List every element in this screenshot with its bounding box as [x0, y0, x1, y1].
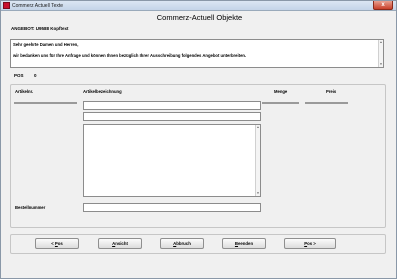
header-text-area[interactable]: Sehr geehrte Damen und Herren, wir bedan… — [10, 39, 384, 68]
letter-line-1: Sehr geehrte Damen und Herren, — [13, 42, 79, 47]
offer-suffix: Kopftext — [50, 26, 69, 31]
cancel-button[interactable]: Abbruch — [160, 238, 204, 249]
article-number-field[interactable] — [14, 102, 77, 104]
finish-button[interactable]: Beenden — [222, 238, 266, 249]
app-icon — [3, 2, 10, 9]
scroll-down-icon[interactable]: ▼ — [256, 191, 260, 196]
page-title: Commerz-Actuell Objekte — [156, 13, 243, 22]
letter-line-2: wir bedanken uns für Ihre Anfrage und kö… — [13, 52, 247, 58]
price-field[interactable] — [305, 102, 348, 104]
scroll-up-icon[interactable]: ▲ — [379, 40, 383, 45]
window-title: Commerz Actuell Texte — [12, 3, 64, 9]
previous-position-button[interactable]: < Pos — [35, 238, 79, 249]
scroll-up-icon[interactable]: ▲ — [256, 125, 260, 130]
window-footer — [1, 263, 396, 278]
next-position-button[interactable]: Pos > — [284, 238, 336, 249]
title-bar[interactable]: Commerz Actuell Texte x — [1, 1, 396, 11]
app-window: Commerz Actuell Texte x Commerz-Actuell … — [0, 0, 397, 279]
article-description-field-1[interactable] — [83, 101, 261, 110]
order-number-field[interactable] — [83, 203, 261, 212]
long-text-scrollbar[interactable]: ▲ ▼ — [255, 125, 260, 196]
pos-label: POS — [14, 73, 24, 78]
quantity-field[interactable] — [262, 102, 299, 104]
offer-label: ANGEBOT: — [11, 26, 35, 31]
offer-number: U9588 — [35, 26, 50, 31]
article-number-label: Artikelnr. — [15, 89, 34, 94]
article-long-text-area[interactable]: ▲ ▼ — [83, 124, 261, 197]
article-description-field-2[interactable] — [83, 112, 261, 121]
price-label: Preis — [326, 89, 337, 94]
order-number-label: Bestellnummer — [15, 205, 46, 210]
pos-value: 0 — [34, 73, 37, 78]
header-text-scrollbar[interactable]: ▲ ▼ — [378, 40, 383, 67]
close-button[interactable]: x — [373, 1, 393, 10]
article-description-label: Artikelbezeichnung — [83, 89, 122, 94]
view-button[interactable]: Ansicht — [98, 238, 142, 249]
offer-header: ANGEBOT: U9588 Kopftext — [11, 26, 69, 31]
quantity-label: Menge — [274, 89, 288, 94]
scroll-down-icon[interactable]: ▼ — [379, 62, 383, 67]
